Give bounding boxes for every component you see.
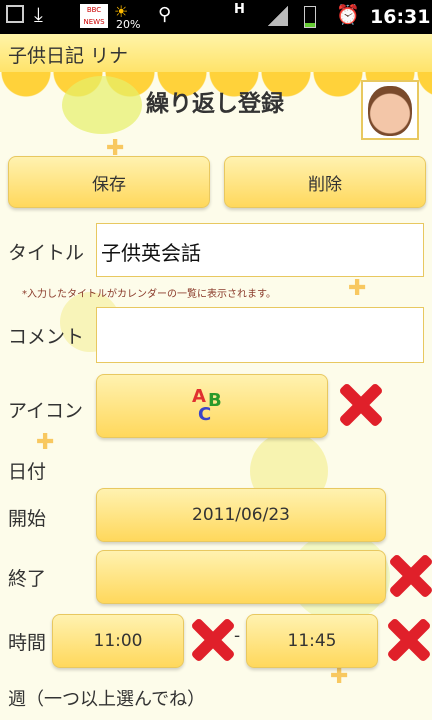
app-bar: 子供日記 リナ — [0, 34, 432, 73]
alarm-icon: ⏰ — [336, 4, 360, 26]
title-value: 子供英会話 — [101, 241, 201, 265]
comment-field[interactable] — [96, 307, 424, 363]
time-end-button[interactable]: 11:45 — [246, 614, 378, 668]
title-field[interactable]: 子供英会話 — [96, 223, 424, 277]
checkbox-notification-icon — [6, 5, 24, 23]
title-label: タイトル — [8, 242, 85, 264]
clear-time-start-button[interactable] — [190, 618, 234, 662]
week-label: 週（一つ以上選んでね） — [8, 689, 206, 710]
avatar-face — [368, 86, 412, 136]
decor-cross: ✚ — [36, 430, 55, 455]
start-date-button[interactable]: 2011/06/23 — [96, 488, 386, 542]
time-start-button[interactable]: 11:00 — [52, 614, 184, 668]
clock: 16:31 — [370, 6, 431, 28]
icon-select-button[interactable]: A B C — [96, 374, 328, 438]
clear-icon-button[interactable] — [338, 383, 382, 427]
abc-icon-letter-c: C — [198, 404, 212, 425]
delete-button[interactable]: 削除 — [224, 156, 426, 208]
download-icon: ⤓ — [34, 2, 43, 26]
network-type: H — [234, 2, 245, 17]
decor-cross: ✚ — [348, 276, 367, 301]
bbc-news-badge: BBC NEWS — [80, 4, 108, 28]
signal-icon — [268, 6, 288, 26]
avatar[interactable] — [361, 80, 419, 140]
save-button[interactable]: 保存 — [8, 156, 210, 208]
end-label: 終了 — [8, 568, 47, 590]
abc-icon: A B C — [192, 386, 232, 426]
clear-end-date-button[interactable] — [388, 554, 432, 598]
battery-percent: 20% — [116, 18, 141, 31]
start-label: 開始 — [8, 508, 47, 530]
date-label: 日付 — [8, 461, 47, 483]
comment-label: コメント — [8, 326, 85, 348]
end-date-button[interactable] — [96, 550, 386, 604]
content-area[interactable]: ✚ ✚ ✚ ✚ 繰り返し登録 保存 削除 タイトル 子供英会話 *入力したタイト… — [0, 72, 432, 720]
time-separator: - — [234, 626, 241, 646]
icon-label: アイコン — [8, 400, 84, 422]
usb-icon: ⚲ — [158, 4, 172, 25]
app-title: 子供日記 リナ — [8, 45, 129, 67]
battery-icon — [304, 6, 316, 28]
title-note: *入力したタイトルがカレンダーの一覧に表示されます。 — [22, 289, 276, 300]
page-title: 繰り返し登録 — [146, 91, 284, 117]
clear-time-end-button[interactable] — [386, 618, 430, 662]
time-label: 時間 — [8, 632, 47, 654]
status-bar: ⤓ BBC NEWS ☀ 20% ⚲ H ⏰ 16:31 — [0, 0, 432, 34]
